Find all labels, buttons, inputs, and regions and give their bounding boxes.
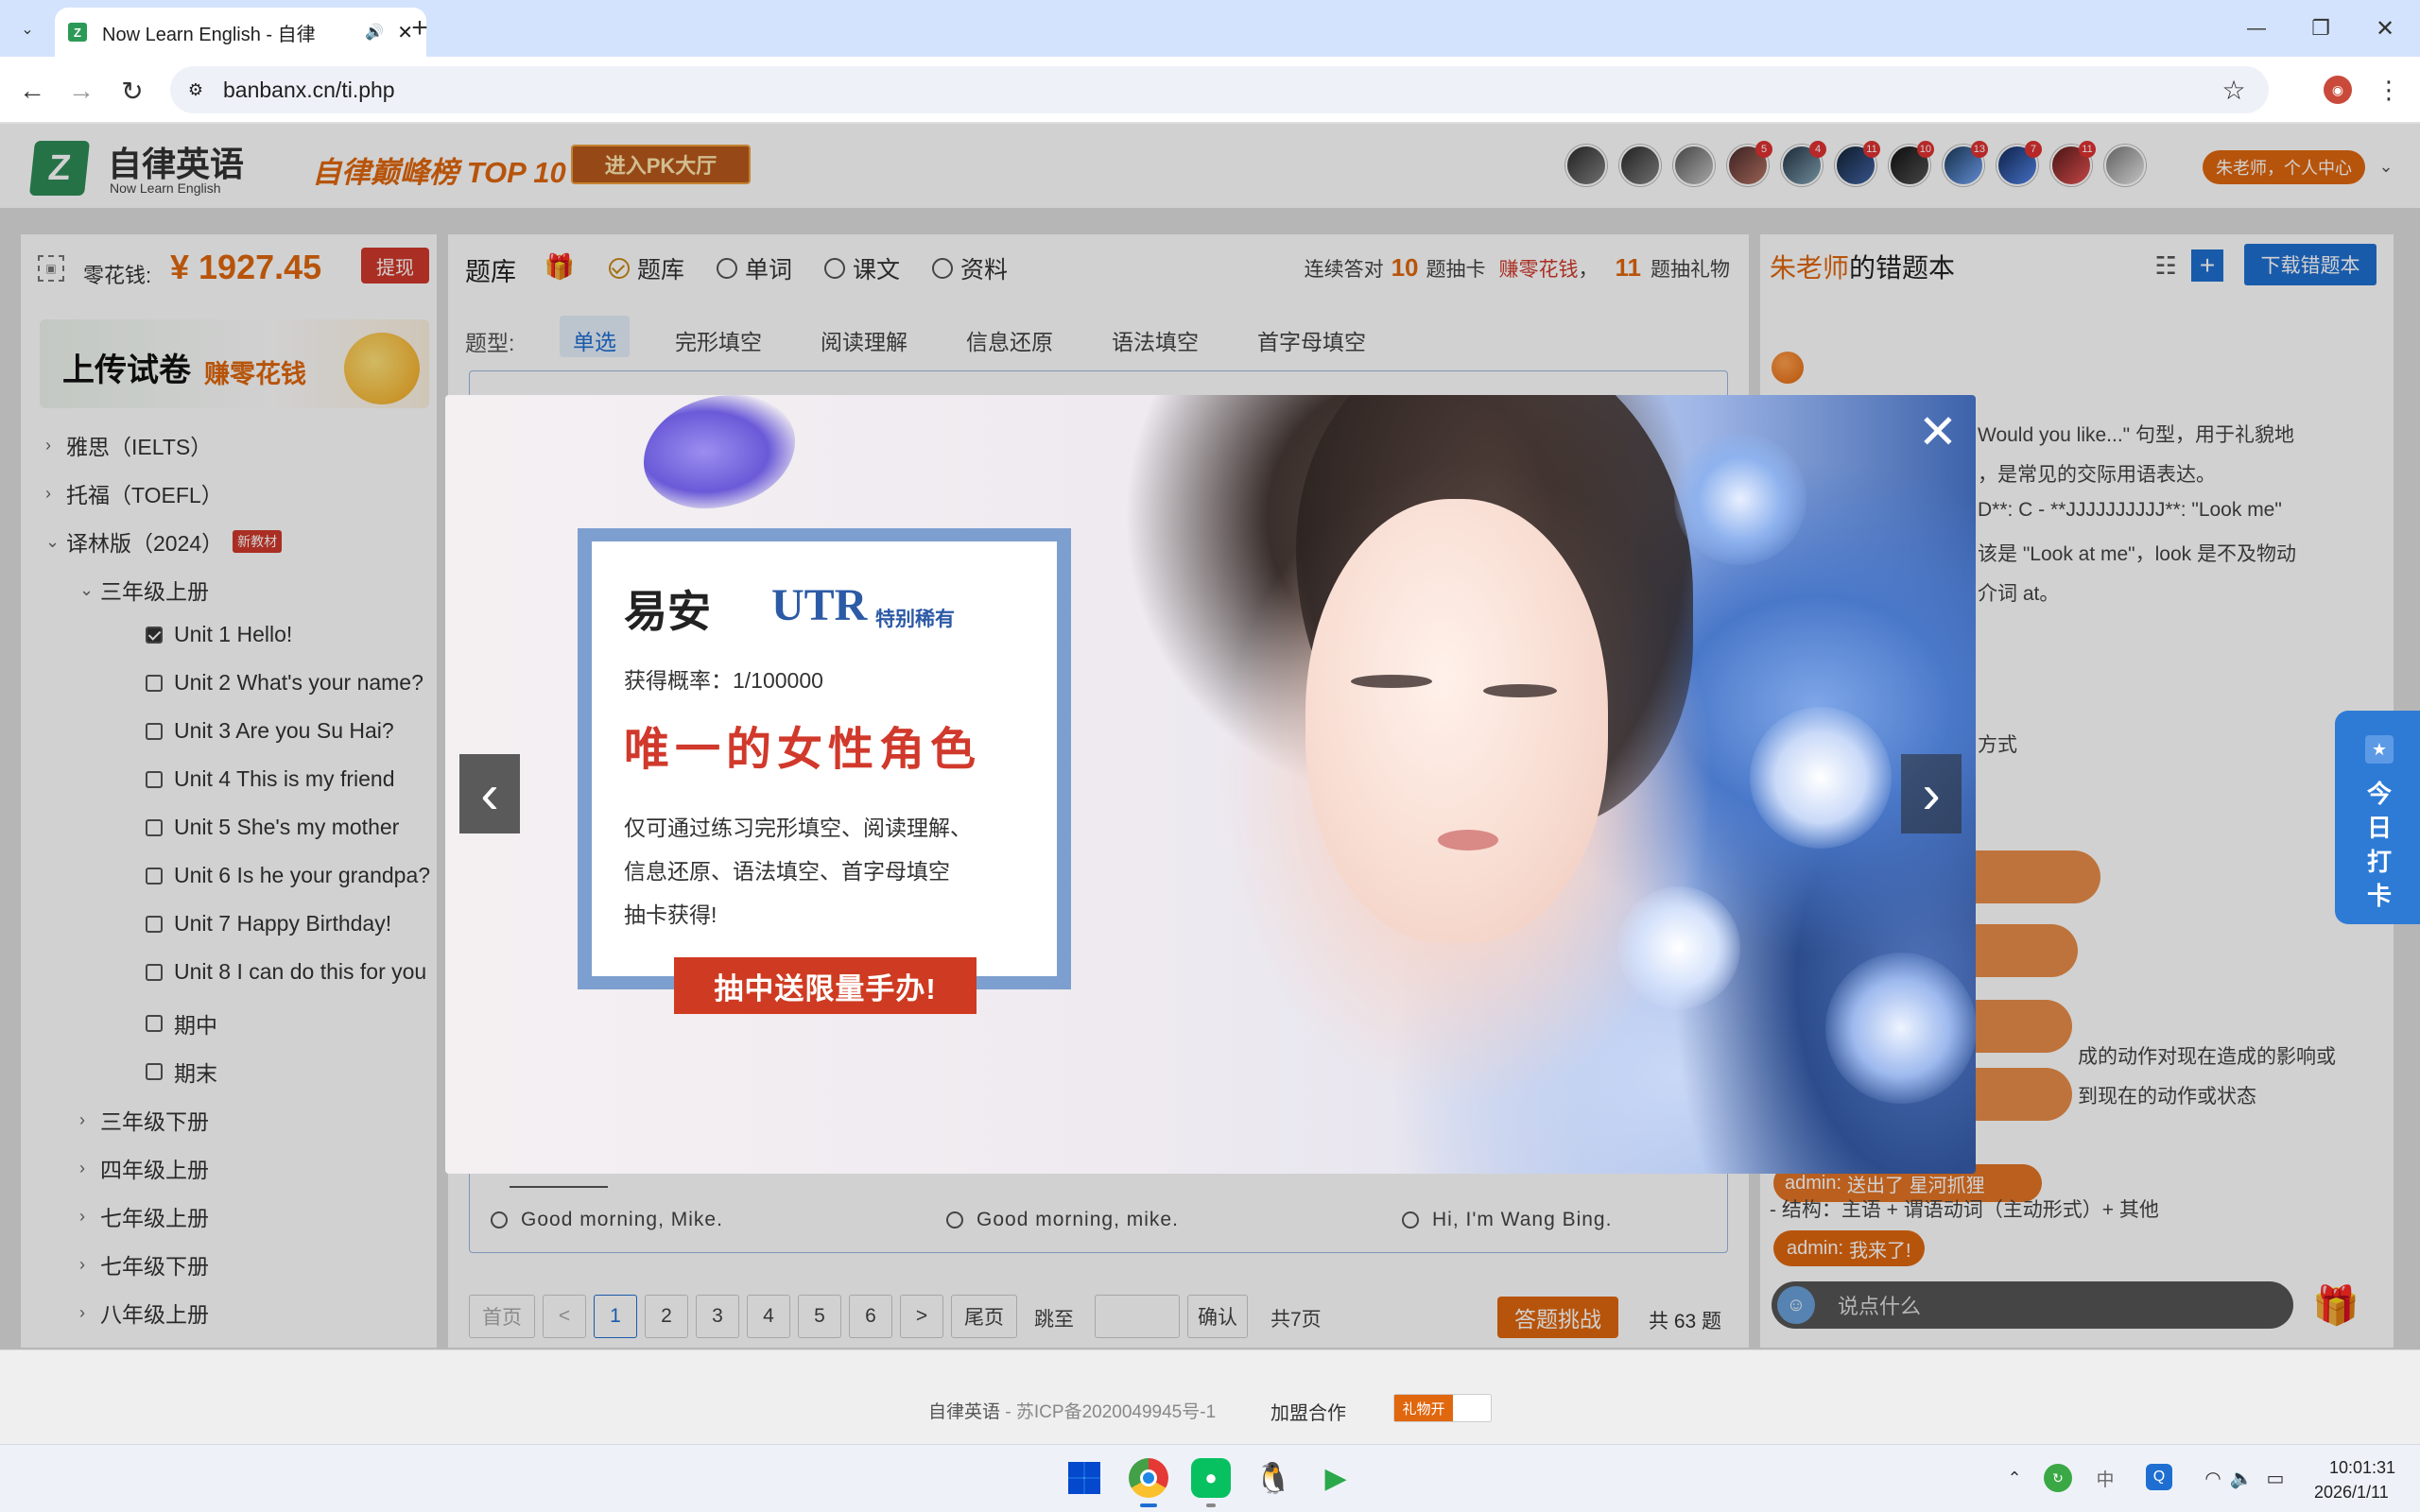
eye-left [1351, 675, 1432, 688]
lips [1438, 830, 1498, 850]
tab-audio-icon[interactable]: 🔊 [365, 23, 384, 42]
back-arrow-icon[interactable]: ← [13, 72, 51, 110]
prev-slide-button[interactable]: ‹ [459, 754, 520, 833]
probability-text: 获得概率：1/100000 [624, 668, 823, 693]
new-tab-button[interactable]: + [399, 9, 441, 47]
butterfly-icon [644, 395, 795, 508]
gift-toggle[interactable]: 礼物开 [1393, 1394, 1492, 1422]
window-restore-button[interactable]: ❐ [2297, 9, 2344, 47]
star-icon: ★ [2365, 735, 2394, 764]
flower [1674, 433, 1806, 565]
gift-toggle-on: 礼物开 [1394, 1395, 1453, 1421]
wechat-icon[interactable]: ● [1191, 1458, 1231, 1498]
card-desc: 仅可通过练习完形填空、阅读理解、 [624, 816, 972, 840]
bookmark-star-icon[interactable]: ☆ [2218, 74, 2250, 106]
browser-tab-strip: ⌄ Z Now Learn English - 自律 🔊 ✕ + — ❐ ✕ [0, 0, 2420, 57]
wechat-indicator [1206, 1503, 1216, 1507]
checkin-label: 今日打卡 [2366, 780, 2392, 910]
ime-indicator[interactable]: 中 [2091, 1464, 2119, 1492]
card-content: 易安 UTR 特别稀有 获得概率：1/100000 唯一的女性角色 仅可通过练习… [592, 541, 1057, 976]
chevron-right-icon: › [1922, 763, 1941, 825]
reload-icon[interactable]: ↻ [113, 72, 151, 110]
rarity-tag: UTR [771, 580, 868, 630]
clock-time[interactable]: 10:01:31 [2329, 1458, 2395, 1478]
video-player-icon[interactable]: ▶ [1316, 1458, 1356, 1498]
chevron-left-icon: ‹ [480, 763, 499, 825]
footer-copyright: 自律英语 - 苏ICP备2020049945号-1 [928, 1402, 1217, 1422]
os-taskbar: ● 🐧 ▶ ⌃ ↻ 中 Q ◠ 🔈 ▭ 10:01:31 2026/1/11 [0, 1444, 2420, 1512]
rarity-text: 特别稀有 [875, 609, 955, 630]
site-favicon-icon: Z [68, 23, 87, 42]
window-close-button[interactable]: ✕ [2361, 9, 2409, 47]
chrome-icon[interactable] [1129, 1458, 1168, 1498]
site-footer: 自律英语 - 苏ICP备2020049945号-1 加盟合作 礼物开 [0, 1349, 2420, 1444]
join-link[interactable]: 加盟合作 [1270, 1398, 1346, 1425]
daily-checkin-tab[interactable]: ★ 今日打卡 [2335, 711, 2420, 924]
url-field[interactable]: ⚙ banbanx.cn/ti.php ☆ [170, 66, 2269, 113]
browser-menu-icon[interactable]: ⋮ [2375, 74, 2403, 106]
eye-right [1483, 684, 1557, 697]
site-info-icon[interactable]: ⚙ [182, 76, 210, 104]
flower [1750, 707, 1892, 849]
character-illustration [1183, 395, 1976, 1174]
character-name: 易安 [624, 586, 711, 637]
wifi-icon[interactable]: ◠ [2199, 1464, 2227, 1492]
clock-date[interactable]: 2026/1/11 [2314, 1483, 2389, 1503]
card-cta-banner[interactable]: 抽中送限量手办! [674, 957, 977, 1014]
modal-close-icon[interactable]: ✕ [1914, 405, 1962, 458]
url-text: banbanx.cn/ti.php [223, 77, 395, 102]
active-app-indicator [1140, 1503, 1157, 1507]
flower [1825, 953, 1976, 1104]
profile-avatar-icon[interactable]: ◉ [2324, 76, 2352, 104]
tray-app-icon[interactable]: ↻ [2044, 1464, 2072, 1492]
volume-icon[interactable]: 🔈 [2227, 1464, 2256, 1492]
tray-q-icon[interactable]: Q [2146, 1464, 2172, 1490]
qq-penguin-icon[interactable]: 🐧 [1253, 1458, 1293, 1498]
tray-expand-icon[interactable]: ⌃ [2000, 1464, 2029, 1492]
character-card-modal: 易安 UTR 特别稀有 获得概率：1/100000 唯一的女性角色 仅可通过练习… [445, 395, 1976, 1174]
card-desc: 信息还原、语法填空、首字母填空 [624, 859, 950, 884]
tab-list-chevron-down-icon[interactable]: ⌄ [13, 15, 42, 43]
next-slide-button[interactable]: › [1901, 754, 1962, 833]
browser-tab[interactable]: Z Now Learn English - 自律 🔊 ✕ [55, 8, 426, 57]
windows-start-icon[interactable] [1068, 1462, 1100, 1494]
face-shape [1305, 499, 1608, 943]
tab-title: Now Learn English - 自律 [102, 24, 316, 45]
card-headline: 唯一的女性角色 [624, 725, 982, 775]
window-minimize-button[interactable]: — [2233, 9, 2280, 47]
flower [1617, 886, 1740, 1009]
forward-arrow-icon[interactable]: → [62, 72, 100, 110]
chrome-center [1140, 1469, 1157, 1486]
card-desc: 抽卡获得! [624, 902, 717, 927]
battery-icon[interactable]: ▭ [2261, 1464, 2290, 1492]
